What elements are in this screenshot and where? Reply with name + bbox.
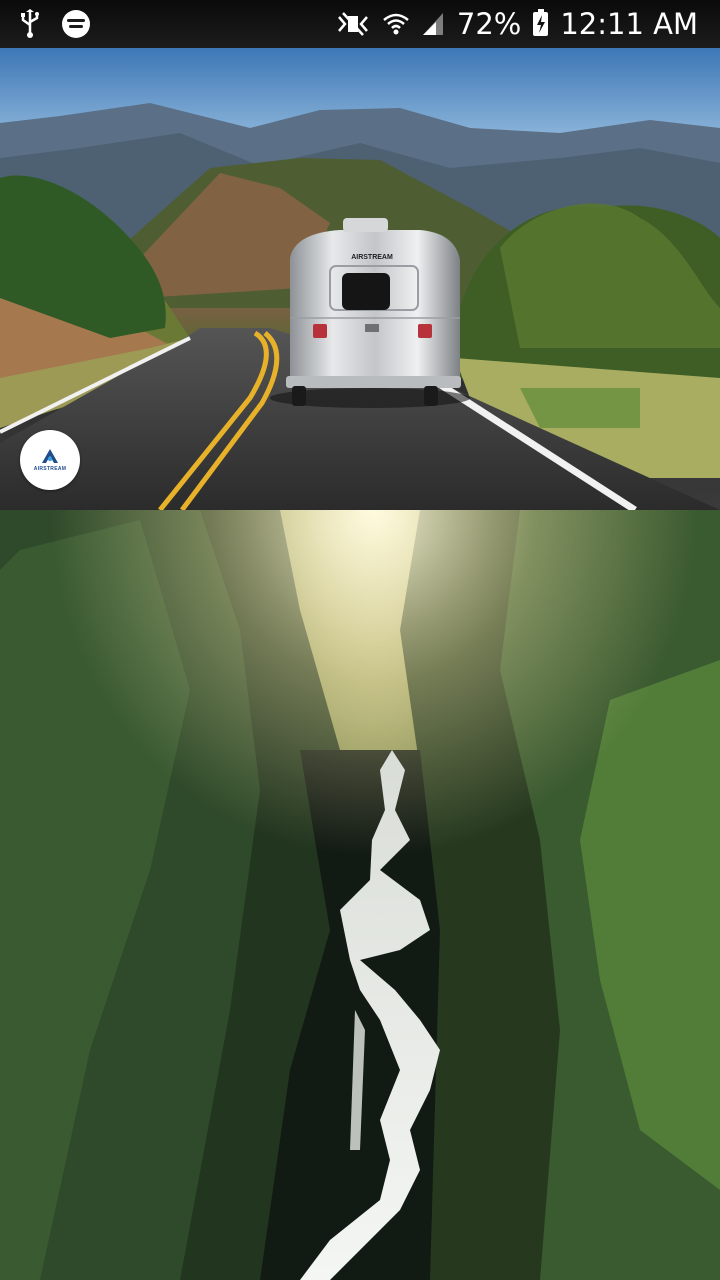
logo-text: AIRSTREAM: [33, 466, 67, 472]
wifi-icon: [383, 12, 409, 36]
trailer-brand-text: AIRSTREAM: [351, 254, 393, 261]
battery-percent: 72%: [456, 7, 522, 41]
status-bar: 72% 12:11 AM: [0, 0, 720, 48]
airstream-logo-icon: [39, 448, 61, 464]
status-right: 72% 12:11 AM: [335, 7, 698, 41]
clock: 12:11 AM: [560, 7, 698, 41]
mute-icon: [335, 11, 371, 37]
airstream-logo-badge[interactable]: AIRSTREAM: [20, 430, 80, 490]
forest-waterfall-image: [0, 510, 720, 1280]
status-left: [20, 9, 90, 39]
battery-charging-icon: [533, 9, 549, 36]
usb-icon: [20, 9, 40, 39]
spotify-icon: [62, 10, 90, 38]
signal-icon: [421, 11, 445, 37]
hero-image-airstream-road: AIRSTREAM: [0, 48, 720, 510]
